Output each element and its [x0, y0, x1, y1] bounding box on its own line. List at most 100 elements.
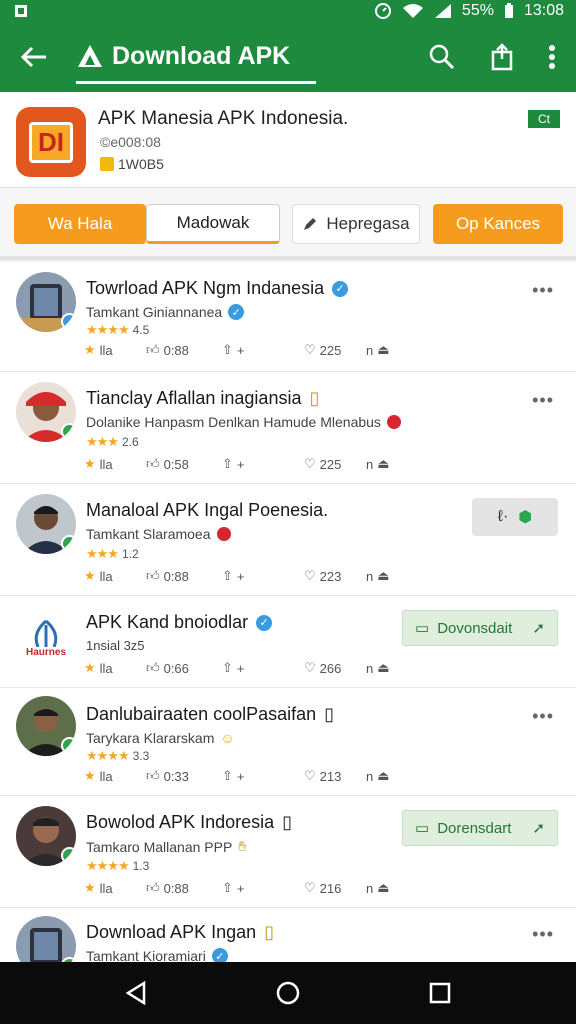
tab-4[interactable]: Op Kances [433, 204, 563, 244]
rating-value: 2.6 [121, 435, 139, 449]
tab-3[interactable]: Hepregasa [292, 204, 420, 244]
stat-thumb[interactable]: 👍︎ 0:33 [146, 768, 222, 784]
app-meta-date: ©e008:08 [100, 134, 161, 150]
download-button[interactable]: ▭ Dovonsdait ➚ [402, 610, 558, 646]
stat-value: n [366, 880, 374, 896]
item-stats: ★ lla 👍︎ 0:88 ⇧ + ♡ 223 n ⏏ [84, 568, 390, 584]
stat-share[interactable]: ⇧ + [222, 660, 304, 676]
stat-more[interactable]: n ⏏ [366, 342, 390, 358]
stat-value: + [236, 880, 245, 896]
lock-icon: ⏏ [377, 456, 390, 471]
heart-icon: ♡ [304, 660, 316, 675]
stat-value: + [236, 660, 245, 676]
more-options-icon[interactable]: ••• [532, 390, 554, 411]
stat-value: lla [99, 660, 113, 676]
feed-list: Towrload APK Ngm Indanesia ✓ Tamkant Gin… [0, 262, 576, 962]
back-arrow-icon[interactable] [14, 45, 54, 69]
stat-more[interactable]: n ⏏ [366, 456, 390, 472]
stat-value: lla [99, 456, 113, 472]
clock: 13:08 [523, 2, 564, 19]
item-subtitle: Tamkant Kioramiari ✓ [86, 948, 228, 962]
logo-text: Haurnes [25, 646, 66, 658]
stat-more[interactable]: n ⏏ [366, 568, 390, 584]
stat-likes[interactable]: ♡ 223 [304, 568, 366, 584]
item-subtitle-text: Tamkant Slaramoea [86, 526, 211, 542]
nav-recents-icon[interactable] [428, 981, 452, 1005]
avatar-logo: Haurnes [16, 608, 76, 668]
stat-star[interactable]: ★ lla [84, 568, 146, 584]
list-item[interactable]: Manaloal APK Ingal Poenesia. Tamkant Sla… [0, 484, 576, 596]
nav-back-icon[interactable] [124, 980, 148, 1006]
item-title-text: Bowolod APK Indoresia [86, 812, 275, 832]
stat-star[interactable]: ★ lla [84, 342, 146, 358]
item-title: Tianclay Aflallan inagiansia ▯ [86, 388, 319, 409]
stat-value: 225 [319, 456, 342, 472]
share-icon[interactable] [490, 43, 514, 71]
battery-small-icon: ▯ [282, 812, 293, 832]
stat-thumb[interactable]: 👍︎ 0:58 [146, 456, 222, 472]
tab-3-label: Hepregasa [326, 214, 410, 233]
star-icon: ★ [84, 568, 96, 583]
star-rating-icon: ★★★ [86, 434, 119, 449]
stat-share[interactable]: ⇧ + [222, 768, 304, 784]
nav-home-icon[interactable] [275, 980, 301, 1006]
download-button[interactable]: ▭ Dorensdart ➚ [402, 810, 558, 846]
stat-star[interactable]: ★ lla [84, 768, 146, 784]
corner-tag[interactable]: Ct [528, 110, 560, 128]
stat-star[interactable]: ★ lla [84, 456, 146, 472]
red-badge-icon [386, 415, 401, 429]
more-options-icon[interactable]: ••• [532, 706, 554, 727]
stat-share[interactable]: ⇧ + [222, 342, 304, 358]
stat-more[interactable]: n ⏏ [366, 660, 390, 676]
stat-share[interactable]: ⇧ + [222, 456, 304, 472]
overflow-menu-icon[interactable] [548, 44, 556, 70]
stat-likes[interactable]: ♡ 225 [304, 342, 366, 358]
stat-thumb[interactable]: 👍︎ 0:88 [146, 342, 222, 358]
stat-likes[interactable]: ♡ 216 [304, 880, 366, 896]
stat-value: 266 [319, 660, 342, 676]
list-item[interactable]: Haurnes APK Kand bnoiodlar ✓ 1nsial 3z5 … [0, 596, 576, 688]
share-small-icon: ⇧ [222, 768, 233, 783]
stat-thumb[interactable]: 👍︎ 0:88 [146, 568, 222, 584]
heart-icon: ♡ [304, 880, 316, 895]
list-item[interactable]: Download APK Ingan ▯ Tamkant Kioramiari … [0, 908, 576, 962]
stat-share[interactable]: ⇧ + [222, 880, 304, 896]
stat-value: n [366, 456, 374, 472]
verified-icon: ✓ [332, 280, 349, 297]
item-title: Download APK Ingan ▯ [86, 922, 274, 943]
stat-value: lla [99, 342, 113, 358]
app-bar: Download APK [0, 22, 576, 92]
stat-thumb[interactable]: 👍︎ 0:88 [146, 880, 222, 896]
tab-1[interactable]: Wa Hala [14, 204, 146, 244]
battery-small-icon: ▯ [324, 704, 335, 724]
list-item[interactable]: Towrload APK Ngm Indanesia ✓ Tamkant Gin… [0, 262, 576, 372]
item-rating: ★★★★ 1.3 [86, 858, 149, 874]
app-bar-title-tab[interactable]: Download APK [76, 30, 316, 84]
list-item[interactable]: Tianclay Aflallan inagiansia ▯ Dolanike … [0, 372, 576, 484]
item-rating: ★★★★ 4.5 [86, 322, 149, 338]
action-pill-button[interactable]: ℓ· ⬢ [472, 498, 558, 536]
item-stats: ★ lla 👍︎ 0:58 ⇧ + ♡ 225 n ⏏ [84, 456, 390, 472]
stat-likes[interactable]: ♡ 213 [304, 768, 366, 784]
stat-thumb[interactable]: 👍︎ 0:66 [146, 660, 222, 676]
stat-more[interactable]: n ⏏ [366, 880, 390, 896]
stat-likes[interactable]: ♡ 225 [304, 456, 366, 472]
item-title: Bowolod APK Indoresia ▯ [86, 812, 292, 833]
list-item[interactable]: Bowolod APK Indoresia ▯ Tamkaro Mallanan… [0, 796, 576, 908]
stat-share[interactable]: ⇧ + [222, 568, 304, 584]
battery-small-icon: ▯ [264, 922, 275, 942]
hand-icon: ✋︎ [238, 838, 247, 854]
list-item[interactable]: Danlubairaaten coolPasaifan ▯ Tarykara K… [0, 688, 576, 796]
item-subtitle: Tarykara Klararskam ☺ [86, 730, 235, 746]
more-options-icon[interactable]: ••• [532, 924, 554, 945]
item-title-text: Towrload APK Ngm Indanesia [86, 278, 325, 298]
download-label: Dorensdart [437, 819, 512, 837]
item-subtitle-text: Dolanike Hanpasm Denlkan Hamude Mlenabus [86, 414, 381, 430]
stat-star[interactable]: ★ lla [84, 660, 146, 676]
tab-2[interactable]: Madowak [146, 204, 280, 244]
stat-more[interactable]: n ⏏ [366, 768, 390, 784]
stat-likes[interactable]: ♡ 266 [304, 660, 366, 676]
more-options-icon[interactable]: ••• [532, 280, 554, 301]
search-icon[interactable] [428, 43, 456, 71]
stat-star[interactable]: ★ lla [84, 880, 146, 896]
